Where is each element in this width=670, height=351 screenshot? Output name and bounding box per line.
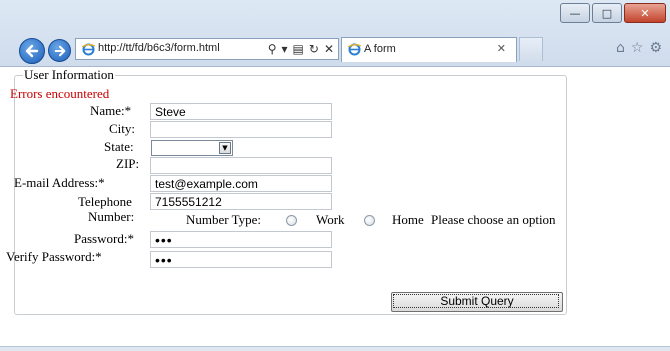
error-message: Errors encountered [10, 86, 110, 101]
number-type-label: Number Type: [186, 212, 262, 227]
address-url[interactable]: http://tt/fd/b6c3/form.html [98, 42, 220, 54]
ie-page-icon [82, 43, 95, 56]
state-label: State: [104, 139, 134, 154]
zip-label: ZIP: [116, 156, 140, 171]
verify-password-label: Verify Password:* [6, 249, 102, 264]
email-input[interactable]: test@example.com [150, 175, 332, 192]
forward-button[interactable] [48, 39, 71, 62]
city-input[interactable] [150, 121, 332, 138]
telephone-input[interactable]: 7155551212 [150, 193, 332, 210]
tools-gear-icon[interactable]: ⚙ [649, 40, 662, 56]
favorites-star-icon[interactable]: ☆ [631, 40, 644, 56]
forward-arrow-icon [54, 45, 65, 56]
telephone-label: Telephone [78, 194, 132, 209]
back-button[interactable] [19, 38, 45, 64]
chevron-down-icon[interactable]: ▼ [219, 142, 231, 154]
number-type-hint: Please choose an option [431, 212, 556, 227]
email-label: E-mail Address:* [14, 175, 105, 190]
status-bar [0, 346, 670, 351]
maximize-icon: □ [601, 6, 613, 20]
password-input[interactable]: ••• [150, 231, 332, 248]
back-arrow-icon [25, 44, 39, 58]
name-label: Name:* [90, 103, 132, 118]
dropdown-icon[interactable]: ▾ [282, 41, 288, 57]
compatibility-view-icon[interactable]: ▤ [293, 41, 304, 57]
work-radio-label: Work [316, 212, 345, 227]
address-tools: ⚲ ▾ ▤ ↻ ✕ [268, 41, 334, 57]
stop-icon[interactable]: ✕ [324, 41, 334, 57]
submit-button[interactable]: Submit Query [391, 292, 563, 312]
minimize-button[interactable]: — [560, 3, 590, 23]
password-label: Password:* [74, 231, 134, 246]
city-label: City: [109, 121, 136, 136]
tab-a-form[interactable]: A form ✕ [341, 37, 517, 62]
window-controls: — □ ✕ [558, 3, 666, 23]
verify-password-input[interactable]: ••• [150, 251, 332, 268]
zip-input[interactable] [150, 157, 332, 174]
home-icon[interactable]: ⌂ [616, 40, 625, 56]
minimize-icon: — [569, 6, 581, 20]
address-bar[interactable]: http://tt/fd/b6c3/form.html ⚲ ▾ ▤ ↻ ✕ [75, 38, 339, 60]
home-radio[interactable] [364, 215, 375, 226]
maximize-button[interactable]: □ [592, 3, 622, 23]
refresh-icon[interactable]: ↻ [309, 41, 319, 57]
new-tab-button[interactable] [519, 37, 543, 61]
toolbar-icons: ⌂ ☆ ⚙ [616, 40, 662, 56]
telephone-label-cont: Number: [88, 209, 135, 224]
fieldset-legend: User Information [24, 67, 114, 82]
close-window-button[interactable]: ✕ [624, 3, 666, 23]
home-radio-label: Home [392, 212, 424, 227]
tab-close-icon[interactable]: ✕ [497, 42, 506, 55]
search-icon[interactable]: ⚲ [268, 41, 277, 57]
browser-chrome: — □ ✕ http://tt/fd/b6c3/form.html ⚲ ▾ ▤ … [0, 0, 670, 67]
close-icon: ✕ [640, 6, 650, 20]
tab-title: A form [364, 43, 396, 55]
name-input[interactable]: Steve [150, 103, 332, 120]
work-radio[interactable] [286, 215, 297, 226]
ie-page-icon [348, 43, 361, 56]
state-select[interactable]: ▼ [151, 140, 233, 156]
